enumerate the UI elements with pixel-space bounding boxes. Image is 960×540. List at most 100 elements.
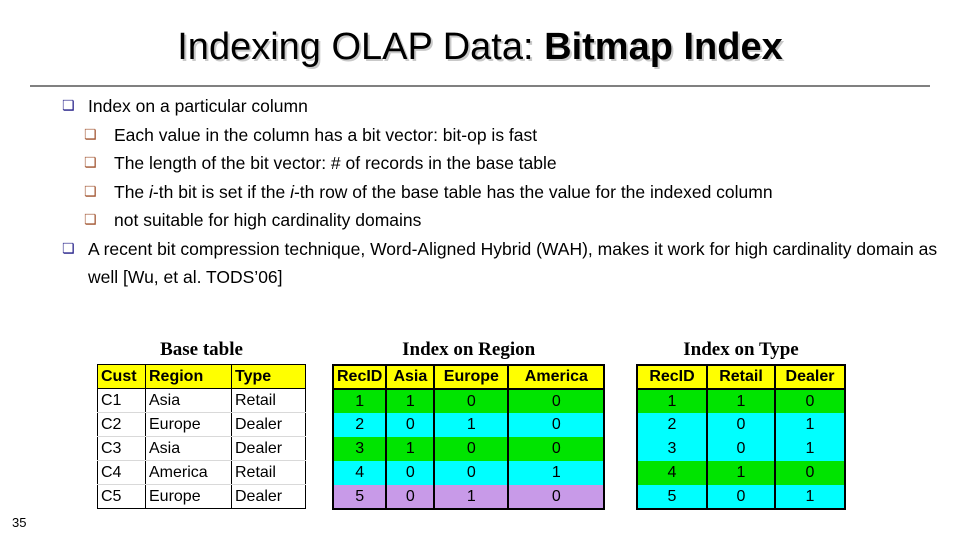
bullet-text: The i-th bit is set if the i-th row of t…	[114, 181, 773, 202]
bullet-square-icon: ❏	[84, 126, 97, 143]
column-header: Europe	[434, 365, 510, 390]
table-cell: 0	[508, 413, 605, 437]
table-cell: Asia	[145, 388, 232, 413]
table-header-row: Cust Region Type	[97, 364, 306, 389]
table-row: C4 America Retail	[97, 460, 306, 485]
page-title-main: Indexing OLAP Data:	[177, 26, 545, 68]
table-cell: 1	[333, 389, 388, 413]
bullet-item: ❏ Each value in the column has a bit vect…	[62, 121, 942, 150]
column-header: Region	[145, 364, 232, 389]
bullet-item: ❏ Index on a particular column	[62, 92, 942, 121]
bullet-square-icon: ❏	[62, 98, 75, 114]
table-cell: 1	[775, 413, 845, 437]
table-row: 1100	[333, 389, 605, 413]
bullet-text: Index on a particular column	[88, 96, 308, 116]
index-region-table: RecID Asia Europe America 11002010310040015…	[332, 364, 606, 510]
bullet-item: ❏ A recent bit compression technique, Wor…	[62, 235, 942, 292]
table-cell: 4	[637, 461, 708, 485]
table-cell: 1	[434, 413, 510, 437]
table-cell: 3	[333, 437, 388, 461]
table-row: 110	[637, 389, 845, 413]
table-cell: 1	[637, 389, 708, 413]
bullet-item: ❏ The length of the bit vector: # of reco…	[62, 149, 942, 178]
table-cell: 0	[775, 389, 845, 413]
base-table: Cust Region Type C1 Asia Retail C2 Europe Deale…	[97, 364, 306, 509]
table-row: 301	[637, 437, 845, 461]
bullet-text: not suitable for high cardinality domain…	[114, 210, 422, 230]
table-cell: 1	[434, 485, 510, 509]
table-cell: Europe	[145, 484, 232, 509]
table-row: C5 Europe Dealer	[97, 484, 306, 509]
table-cell: Retail	[231, 460, 306, 485]
table-row: C2 Europe Dealer	[97, 412, 306, 437]
table-row: 4001	[333, 461, 605, 485]
table-cell: Retail	[231, 388, 306, 413]
table-cell: 5	[637, 485, 708, 509]
bullet-text: The length of the bit vector: # of recor…	[114, 153, 557, 173]
column-header: Asia	[386, 365, 436, 390]
table-cell: C3	[97, 436, 146, 461]
table-cell: 1	[386, 389, 436, 413]
table-row: 5010	[333, 485, 605, 509]
bullet-square-icon: ❏	[84, 212, 97, 228]
bullet-item: ❏ The i-th bit is set if the i-th row of …	[62, 178, 942, 207]
table-cell: 0	[386, 413, 436, 437]
column-header: Dealer	[775, 365, 845, 390]
table-cell: Asia	[145, 436, 232, 461]
column-header: America	[508, 365, 605, 390]
table-row: 410	[637, 461, 845, 485]
table-cell: 0	[508, 485, 605, 509]
table-row: 501	[637, 485, 845, 509]
bullet-square-icon: ❏	[62, 240, 75, 257]
table-row: C1 Asia Retail	[97, 388, 306, 413]
table-cell: 0	[386, 461, 436, 485]
table-cell: 0	[386, 485, 436, 509]
index-type-caption: Index on Type	[683, 339, 799, 360]
table-cell: 0	[707, 437, 776, 461]
page-title-emphasis: Bitmap Index	[544, 26, 783, 68]
column-header: Type	[231, 364, 306, 389]
table-cell: 1	[775, 485, 845, 509]
table-row: 201	[637, 413, 845, 437]
table-cell: 1	[508, 461, 605, 485]
title-divider	[30, 85, 930, 87]
table-cell: C2	[97, 412, 146, 437]
bullet-square-icon: ❏	[84, 155, 97, 171]
table-cell: 0	[508, 389, 605, 413]
bullet-text: Each value in the column has a bit vecto…	[114, 124, 538, 145]
table-cell: 0	[707, 413, 776, 437]
table-header-row: RecID Retail Dealer	[637, 365, 845, 390]
table-cell: 1	[707, 389, 776, 413]
table-cell: C5	[97, 484, 146, 509]
bullet-text: A recent bit compression technique, Word…	[88, 238, 938, 288]
index-type-table: RecID Retail Dealer 110201301410501	[636, 364, 846, 510]
table-cell: 0	[775, 461, 845, 485]
column-header: RecID	[637, 365, 708, 390]
table-cell: 1	[386, 437, 436, 461]
table-cell: Europe	[145, 412, 232, 437]
table-row: 3100	[333, 437, 605, 461]
table-cell: 3	[637, 437, 708, 461]
column-header: Retail	[707, 365, 776, 390]
table-cell: Dealer	[231, 484, 306, 509]
page-number: 35	[12, 515, 27, 530]
table-header-row: RecID Asia Europe America	[333, 365, 605, 390]
base-table-caption: Base table	[160, 339, 243, 360]
table-cell: 1	[775, 437, 845, 461]
table-row: 2010	[333, 413, 605, 437]
index-region-caption: Index on Region	[402, 339, 536, 360]
index-type-block: Index on Type RecID Retail Dealer 11020130…	[636, 338, 846, 510]
table-row: C3 Asia Dealer	[97, 436, 306, 461]
table-cell: 0	[508, 437, 605, 461]
tables-area: Base table Cust Region Type C1 Asia Retail C2…	[0, 338, 960, 538]
bullet-square-icon: ❏	[84, 183, 97, 200]
table-cell: 5	[333, 485, 388, 509]
base-table-block: Base table Cust Region Type C1 Asia Retail C2…	[97, 338, 306, 509]
table-cell: 0	[434, 437, 510, 461]
bullet-list: ❏ Index on a particular column ❏ Each value…	[62, 92, 942, 292]
table-cell: 0	[434, 389, 510, 413]
table-cell: 2	[333, 413, 388, 437]
column-header: RecID	[333, 365, 388, 390]
table-cell: 0	[707, 485, 776, 509]
table-cell: C1	[97, 388, 146, 413]
